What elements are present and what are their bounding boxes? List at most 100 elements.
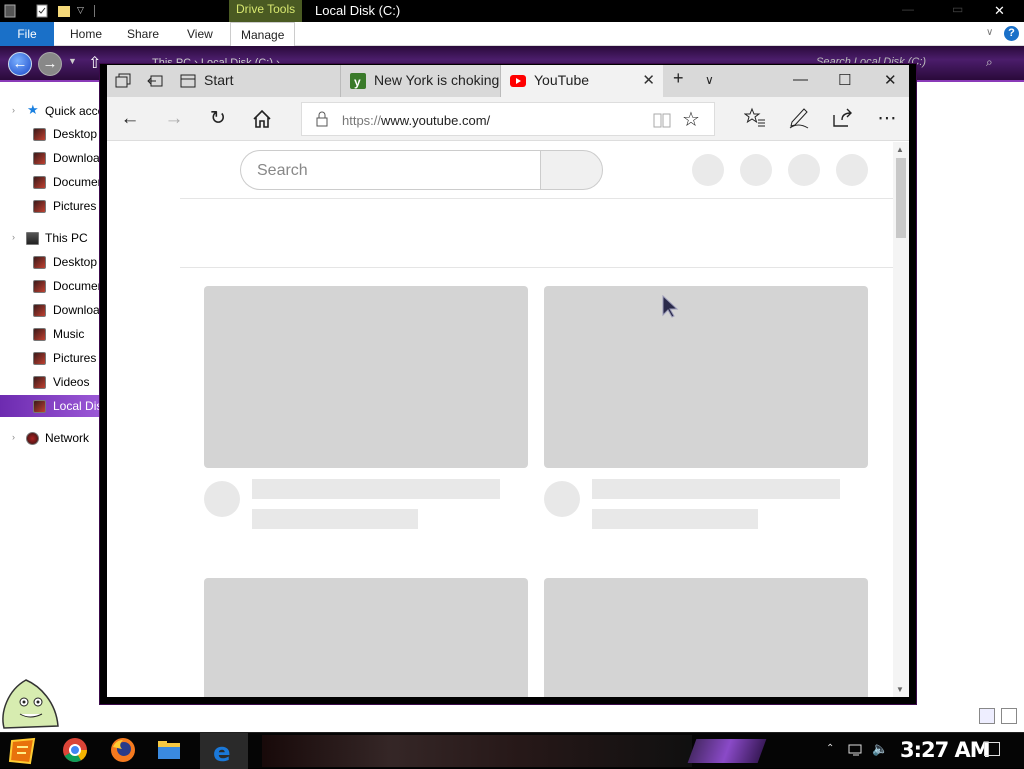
tab-new-york-is-choking[interactable]: y New York is choking: [341, 65, 501, 97]
add-favorite-star-icon[interactable]: ☆: [682, 107, 700, 132]
ribbon-tab-view[interactable]: View: [187, 27, 213, 41]
properties-icon[interactable]: [36, 4, 48, 18]
recent-locations-chevron-icon[interactable]: ▼: [68, 56, 77, 66]
address-bar[interactable]: https://www.youtube.com/ ☆: [301, 102, 715, 136]
taskbar-edge-active[interactable]: e: [200, 733, 248, 769]
explorer-app-icon[interactable]: [4, 4, 16, 18]
explorer-search-icon[interactable]: ⌕: [986, 55, 993, 70]
meta-placeholder: [252, 509, 418, 529]
tab-label: Start: [204, 72, 234, 88]
file-explorer-icon[interactable]: [156, 737, 184, 765]
firefox-icon[interactable]: [110, 737, 138, 765]
ribbon-tabs: File Home Share View Manage: [0, 22, 1024, 47]
chrome-icon[interactable]: [62, 737, 90, 765]
mouse-cursor-icon: [662, 295, 679, 318]
customize-toolbar-chevron-icon[interactable]: ▽: [77, 5, 89, 19]
computer-icon: [26, 232, 39, 245]
video-thumbnail-placeholder[interactable]: [204, 578, 528, 697]
sidebar-item-quick-access[interactable]: › ★ Quick access: [0, 100, 104, 122]
youtube-search-button[interactable]: [540, 150, 603, 190]
scroll-down-icon[interactable]: ▼: [896, 685, 904, 694]
network-tray-icon[interactable]: [848, 743, 864, 760]
video-thumbnail-placeholder[interactable]: [544, 578, 868, 697]
refresh-icon[interactable]: ↻: [206, 107, 230, 131]
sidebar-item-pictures[interactable]: Pictures: [0, 195, 104, 217]
back-icon[interactable]: ←: [118, 107, 142, 131]
url-text[interactable]: https://www.youtube.com/: [342, 113, 490, 128]
ribbon-tab-manage[interactable]: Manage: [230, 22, 296, 47]
set-tabs-aside-icon[interactable]: [147, 73, 163, 89]
channel-avatar-placeholder: [544, 481, 580, 517]
new-folder-icon[interactable]: [58, 4, 70, 18]
ribbon-tab-share[interactable]: Share: [127, 27, 159, 41]
show-hidden-icons-chevron-icon[interactable]: ⌃: [826, 743, 834, 754]
explorer-close-icon[interactable]: ✕: [994, 3, 1005, 19]
desktop-folder-icon: [33, 128, 46, 141]
sidebar-item-this-pc[interactable]: › This PC: [0, 227, 104, 249]
tab-list-chevron-icon[interactable]: ∨: [705, 73, 714, 87]
sidebar-item-label: Documents: [53, 279, 104, 293]
maximize-icon[interactable]: ☐: [838, 71, 851, 89]
lock-icon[interactable]: [314, 111, 330, 127]
sidebar-item-desktop[interactable]: Desktop: [0, 123, 104, 145]
tab-youtube[interactable]: YouTube ✕: [501, 65, 663, 97]
close-tab-icon[interactable]: ✕: [642, 71, 655, 89]
explorer-forward-icon[interactable]: →: [38, 52, 62, 76]
details-view-icon[interactable]: [979, 708, 995, 724]
explorer-minimize-icon[interactable]: —: [902, 2, 914, 16]
ribbon-expand-chevron-icon[interactable]: ∨: [986, 27, 993, 38]
explorer-maximize-icon[interactable]: ▭: [952, 2, 963, 16]
sidebar-item-network[interactable]: › Network: [0, 427, 104, 449]
sidebar-item-videos[interactable]: Videos: [0, 371, 104, 393]
placeholder-icon: [788, 154, 820, 186]
desktop-mascot-icon: [2, 679, 59, 729]
video-thumbnail-placeholder[interactable]: [204, 286, 528, 468]
reading-view-icon[interactable]: [652, 111, 672, 129]
sidebar-item-label: Videos: [53, 375, 90, 389]
help-icon[interactable]: ?: [1004, 26, 1019, 41]
new-tab-icon[interactable]: +: [673, 68, 684, 89]
web-note-pen-icon[interactable]: [787, 107, 811, 131]
forward-icon[interactable]: →: [162, 107, 186, 131]
pictures-folder-icon: [33, 200, 46, 213]
home-icon[interactable]: [250, 107, 274, 131]
page-scrollbar[interactable]: ▲ ▼: [893, 142, 909, 697]
youtube-search-input[interactable]: Search: [240, 150, 540, 190]
large-icons-view-icon[interactable]: [1001, 708, 1017, 724]
tab-start[interactable]: Start: [171, 65, 341, 97]
ribbon-tab-home[interactable]: Home: [70, 27, 102, 41]
sidebar-item-pc-desktop[interactable]: Desktop: [0, 251, 104, 273]
sidebar-item-label: Local Disk (C:): [53, 399, 104, 413]
sidebar-item-local-disk[interactable]: Local Disk (C:): [0, 395, 104, 417]
placeholder-icon: [692, 154, 724, 186]
drive-tools-context-tab: Drive Tools: [229, 0, 303, 22]
sidebar-item-downloads[interactable]: Downloads: [0, 147, 104, 169]
sidebar-item-label: Downloads: [53, 303, 104, 317]
volume-icon[interactable]: 🔈: [872, 741, 888, 757]
sidebar-item-pc-pictures[interactable]: Pictures: [0, 347, 104, 369]
ribbon-tab-file[interactable]: File: [0, 22, 54, 46]
sidebar-item-pc-downloads[interactable]: Downloads: [0, 299, 104, 321]
minimize-icon[interactable]: —: [793, 71, 808, 88]
desktop-folder-icon: [33, 256, 46, 269]
share-icon[interactable]: [831, 107, 855, 131]
taskbar-clock[interactable]: 3:27 AM: [900, 738, 991, 762]
drive-icon: [33, 400, 46, 413]
favorites-hub-icon[interactable]: [743, 107, 767, 131]
video-thumbnail-placeholder[interactable]: [544, 286, 868, 468]
scroll-up-icon[interactable]: ▲: [896, 145, 904, 154]
sidebar-item-documents[interactable]: Documents: [0, 171, 104, 193]
start-menu-icon[interactable]: [8, 737, 36, 765]
placeholder-icon: [836, 154, 868, 186]
action-center-icon[interactable]: [984, 742, 1000, 756]
sidebar-item-pc-documents[interactable]: Documents: [0, 275, 104, 297]
more-options-icon[interactable]: ⋯: [875, 107, 899, 131]
browser-tab-bar: Start y New York is choking YouTube ✕ + …: [107, 65, 909, 97]
documents-folder-icon: [33, 280, 46, 293]
sidebar-item-music[interactable]: Music: [0, 323, 104, 345]
close-window-icon[interactable]: ✕: [884, 71, 897, 89]
tab-preview-icon[interactable]: [115, 73, 131, 89]
scrollbar-thumb[interactable]: [896, 158, 906, 238]
explorer-back-icon[interactable]: ←: [8, 52, 32, 76]
edge-icon[interactable]: e: [210, 737, 238, 768]
